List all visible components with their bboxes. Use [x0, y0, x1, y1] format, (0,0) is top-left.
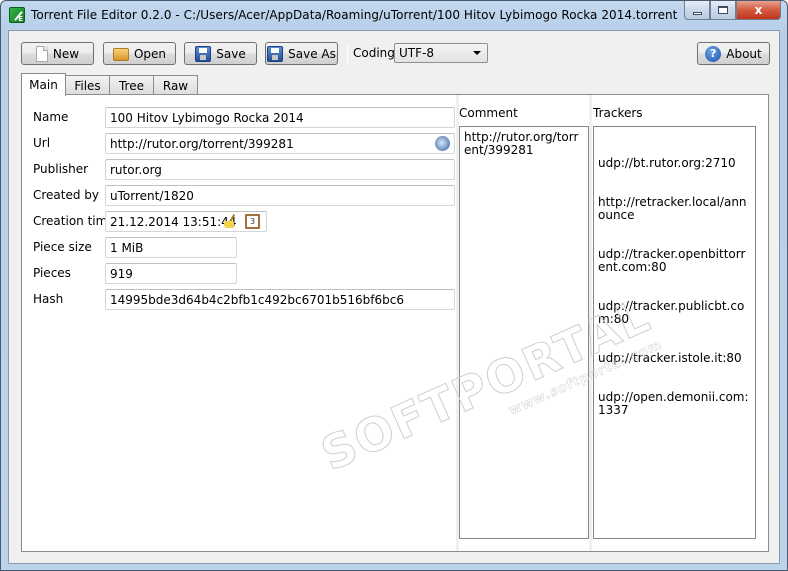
clear-broom-icon[interactable]: [224, 214, 238, 229]
tab-tree[interactable]: Tree: [109, 75, 154, 95]
coding-select[interactable]: UTF-8: [394, 43, 488, 63]
window-title: Torrent File Editor 0.2.0 - C:/Users/Ace…: [31, 8, 678, 22]
about-button-label: About: [726, 46, 762, 61]
tracker-item: udp://bt.rutor.org:2710: [598, 156, 736, 170]
toolbar-separator: [347, 44, 348, 64]
url-label: Url: [33, 136, 51, 150]
comment-label: Comment: [459, 106, 518, 120]
piece-size-value: 1 MiB: [110, 241, 144, 255]
publisher-label: Publisher: [33, 162, 89, 176]
hash-input[interactable]: 14995bde3d64b4c2bfb1c492bc6701b516bf6bc6: [105, 289, 455, 310]
creation-time-label: Creation time: [33, 214, 115, 228]
tracker-item: udp://tracker.publicbt.com:80: [598, 299, 745, 326]
name-input[interactable]: 100 Hitov Lybimogo Rocka 2014: [105, 107, 455, 128]
tracker-item: http://retracker.local/announce: [598, 195, 747, 222]
dropdown-arrow-icon: [473, 51, 481, 55]
creation-time-value: 21.12.2014 13:51:44: [110, 215, 237, 229]
trackers-label: Trackers: [593, 106, 643, 120]
close-icon: x: [754, 3, 763, 17]
app-window: Torrent File Editor 0.2.0 - C:/Users/Ace…: [0, 0, 788, 571]
tracker-item: udp://tracker.istole.it:80: [598, 351, 742, 365]
tracker-item: udp://open.demonii.com:1337: [598, 390, 749, 417]
pieces-input[interactable]: 919: [105, 263, 237, 284]
calendar-icon[interactable]: 3: [245, 214, 260, 229]
maximize-icon: [718, 6, 728, 14]
piece-size-label: Piece size: [33, 240, 92, 254]
window-controls: x: [684, 1, 781, 20]
folder-icon: [112, 48, 129, 61]
name-label: Name: [33, 110, 69, 124]
creation-time-input[interactable]: 21.12.2014 13:51:44 3: [105, 211, 267, 232]
floppy-disk-icon: [267, 45, 284, 62]
open-button[interactable]: Open: [103, 42, 176, 65]
tab-main-label: Main: [29, 78, 58, 92]
title-bar[interactable]: Torrent File Editor 0.2.0 - C:/Users/Ace…: [1, 1, 787, 29]
url-value: http://rutor.org/torrent/399281: [110, 137, 294, 151]
close-button[interactable]: x: [736, 1, 781, 20]
splitter-handle[interactable]: [589, 95, 592, 551]
pieces-label: Pieces: [33, 266, 71, 280]
url-input[interactable]: http://rutor.org/torrent/399281: [105, 133, 455, 154]
tracker-item: udp://tracker.openbittorrent.com:80: [598, 247, 746, 274]
save-as-button-label: Save As: [288, 46, 336, 61]
save-button-label: Save: [216, 46, 246, 61]
hash-label: Hash: [33, 292, 64, 306]
piece-size-input[interactable]: 1 MiB: [105, 237, 237, 258]
created-by-value: uTorrent/1820: [110, 189, 194, 203]
publisher-value: rutor.org: [110, 163, 162, 177]
trackers-textarea[interactable]: udp://bt.rutor.org:2710 http://retracker…: [593, 126, 756, 539]
tab-files[interactable]: Files: [65, 75, 110, 95]
tab-raw[interactable]: Raw: [153, 75, 198, 95]
created-by-input[interactable]: uTorrent/1820: [105, 185, 455, 206]
comment-value: http://rutor.org/torrent/399281: [464, 130, 579, 157]
pieces-value: 919: [110, 267, 133, 281]
comment-textarea[interactable]: http://rutor.org/torrent/399281: [459, 126, 589, 539]
name-value: 100 Hitov Lybimogo Rocka 2014: [110, 111, 304, 125]
app-logo-icon: [9, 7, 25, 23]
publisher-input[interactable]: rutor.org: [105, 159, 455, 180]
tab-files-label: Files: [74, 78, 101, 93]
tab-tree-label: Tree: [118, 78, 144, 93]
coding-value: UTF-8: [399, 46, 434, 60]
minimize-button[interactable]: [684, 1, 710, 20]
new-button-label: New: [52, 46, 80, 61]
maximize-button[interactable]: [710, 1, 736, 20]
toolbar: New Open Save Save As Coding UTF-8 ? Abo…: [21, 42, 771, 66]
open-button-label: Open: [133, 46, 167, 61]
save-button[interactable]: Save: [184, 42, 257, 65]
help-icon: ?: [705, 45, 722, 62]
client-area: New Open Save Save As Coding UTF-8 ? Abo…: [8, 30, 780, 564]
tab-raw-label: Raw: [162, 78, 189, 93]
minimize-icon: [692, 11, 702, 15]
hash-value: 14995bde3d64b4c2bfb1c492bc6701b516bf6bc6: [110, 293, 404, 307]
new-file-icon: [35, 45, 48, 62]
save-as-button[interactable]: Save As: [265, 42, 338, 65]
open-url-globe-icon[interactable]: [435, 136, 450, 151]
new-button[interactable]: New: [21, 42, 94, 65]
coding-label: Coding: [353, 46, 395, 60]
floppy-disk-icon: [195, 45, 212, 62]
tab-main[interactable]: Main: [21, 73, 66, 96]
main-tab-panel: Name 100 Hitov Lybimogo Rocka 2014 Url h…: [21, 94, 769, 552]
created-by-label: Created by: [33, 188, 100, 202]
about-button[interactable]: ? About: [697, 42, 770, 65]
